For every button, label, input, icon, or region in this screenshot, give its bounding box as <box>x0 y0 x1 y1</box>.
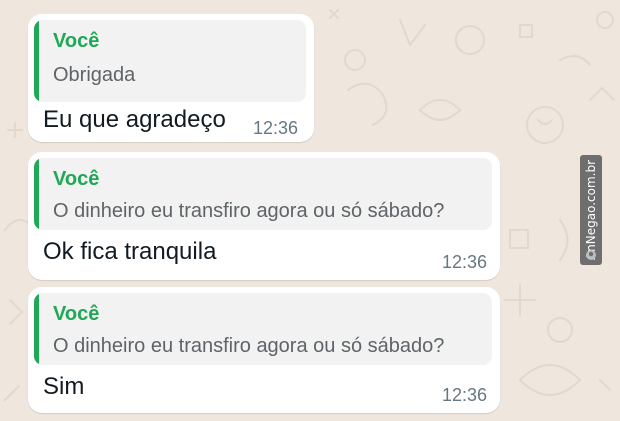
quoted-message[interactable]: Você Obrigada <box>34 20 306 102</box>
message-timestamp: 12:36 <box>253 118 299 138</box>
quote-author: Você <box>53 30 100 52</box>
message-bubble[interactable]: Você O dinheiro eu transfiro agora ou só… <box>28 287 500 413</box>
message-text: Eu que agradeço <box>43 106 226 133</box>
quote-author: Você <box>53 168 100 190</box>
watermark: AnNegao.com.br <box>580 155 602 265</box>
quote-text: O dinheiro eu transfiro agora ou só sába… <box>53 200 445 222</box>
message-bubble[interactable]: Você Obrigada Eu que agradeço 12:36 <box>28 14 314 142</box>
message-text: Ok fica tranquila <box>43 238 217 265</box>
quote-accent-bar <box>34 158 39 230</box>
quote-accent-bar <box>34 20 39 102</box>
message-text: Sim <box>43 373 85 400</box>
message-timestamp: 12:36 <box>442 252 488 272</box>
quote-author: Você <box>53 303 100 325</box>
message-bubble[interactable]: Você O dinheiro eu transfiro agora ou só… <box>28 152 500 280</box>
watermark-text: AnNegao.com.br <box>584 159 598 261</box>
quoted-message[interactable]: Você O dinheiro eu transfiro agora ou só… <box>34 158 492 230</box>
quote-accent-bar <box>34 293 39 365</box>
quote-text: O dinheiro eu transfiro agora ou só sába… <box>53 335 445 357</box>
quoted-message[interactable]: Você O dinheiro eu transfiro agora ou só… <box>34 293 492 365</box>
message-timestamp: 12:36 <box>442 385 488 405</box>
watermark-logo-icon <box>586 250 596 260</box>
quote-text: Obrigada <box>53 64 136 86</box>
